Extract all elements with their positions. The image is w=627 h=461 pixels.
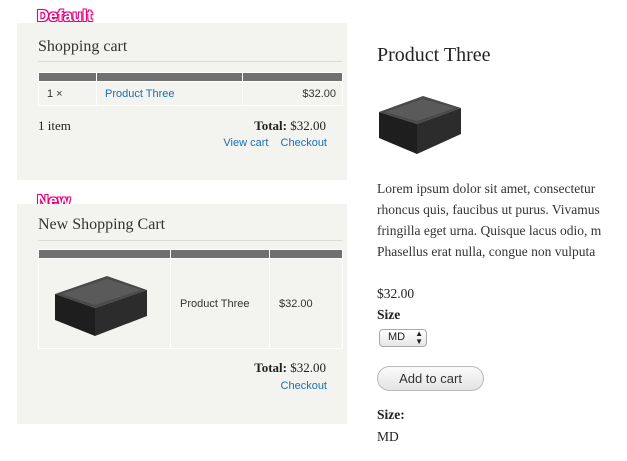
cart-total-label: Total:: [254, 360, 287, 375]
product-title: Product Three: [377, 44, 491, 66]
new-cart-block: New Shopping Cart Product Three $32.00 T…: [17, 204, 347, 424]
cart-total-label: Total:: [254, 118, 287, 133]
cart-item-count: 1 item: [38, 118, 71, 133]
cart-links: Checkout: [281, 380, 327, 392]
description-line: Lorem ipsum dolor sit amet, consectetur: [377, 181, 596, 196]
table-header-cell: [38, 249, 171, 259]
product-description: Lorem ipsum dolor sit amet, consectetur …: [377, 178, 627, 262]
cart-item-cell: Product Three: [96, 81, 243, 106]
view-cart-link[interactable]: View cart: [223, 137, 268, 149]
cart-total: Total: $32.00: [254, 118, 326, 134]
title-divider: [38, 61, 342, 62]
cart-item-product-link[interactable]: Product Three: [105, 88, 175, 100]
new-cart-title: New Shopping Cart: [38, 216, 166, 233]
size-label: Size: [377, 307, 401, 322]
table-header-cell: [96, 72, 243, 82]
product-image: [379, 96, 461, 154]
cart-total-value: $32.00: [290, 118, 326, 133]
size-summary-value: MD: [377, 429, 399, 444]
cart-links: View cart Checkout: [223, 137, 327, 149]
cart-item-price: $32.00: [269, 258, 343, 349]
table-header-row: [38, 72, 343, 82]
checkout-link[interactable]: Checkout: [281, 380, 327, 392]
product-price: $32.00: [377, 286, 415, 301]
default-cart-title: Shopping cart: [38, 38, 128, 55]
table-header-cell: [269, 249, 343, 259]
table-header-cell: [170, 249, 270, 259]
default-cart-table: 1 × Product Three $32.00: [38, 72, 343, 106]
size-select[interactable]: MD ▲ ▼: [379, 329, 427, 347]
new-cart-table: Product Three $32.00: [38, 249, 343, 349]
checkout-link[interactable]: Checkout: [281, 137, 327, 149]
table-header-cell: [38, 72, 97, 82]
cart-total: Total: $32.00: [254, 360, 326, 376]
table-row: Product Three $32.00: [38, 258, 343, 349]
select-arrows-icon: ▲ ▼: [415, 329, 423, 346]
table-row: 1 × Product Three $32.00: [38, 81, 343, 106]
product-thumbnail[interactable]: [47, 268, 151, 340]
cart-item-price: $32.00: [242, 81, 343, 106]
description-line: fringilla eget urna. Quisque lacus odio,…: [377, 223, 602, 238]
size-select-value: MD: [388, 331, 406, 343]
table-header-cell: [242, 72, 343, 82]
cart-item-product: Product Three: [170, 258, 270, 349]
cart-item-image-cell: [38, 258, 171, 349]
description-line: rhoncus quis, faucibus ut purus. Vivamus: [377, 202, 600, 217]
default-cart-block: Shopping cart 1 × Product Three $32.00 1…: [17, 23, 347, 180]
title-divider: [38, 240, 342, 241]
add-to-cart-button[interactable]: Add to cart: [377, 366, 484, 391]
cart-total-value: $32.00: [290, 360, 326, 375]
table-header-row: [38, 249, 343, 259]
size-summary-label: Size:: [377, 407, 405, 422]
description-line: Phasellus erat nulla, congue non vulputa: [377, 244, 596, 259]
cart-item-qty: 1 ×: [38, 81, 97, 106]
